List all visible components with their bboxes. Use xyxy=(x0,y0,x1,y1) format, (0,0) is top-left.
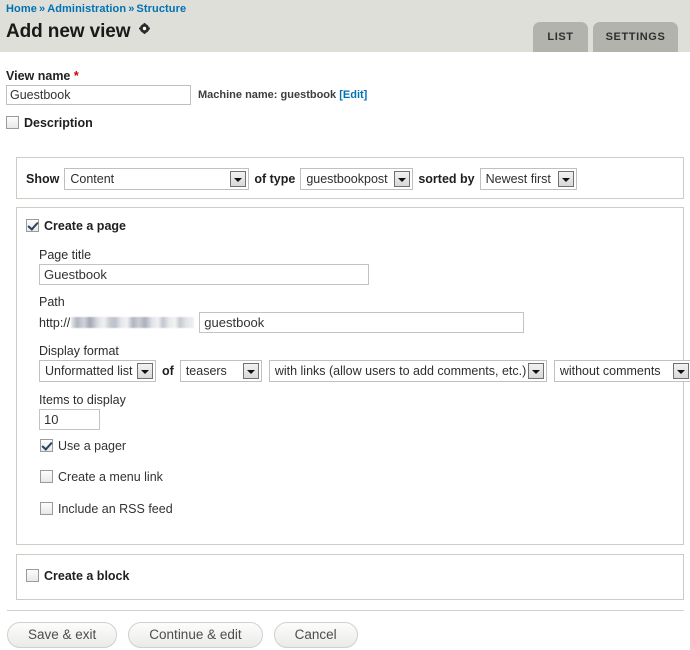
description-row[interactable]: Description xyxy=(6,116,93,130)
path-input[interactable] xyxy=(199,312,525,333)
of-type-select[interactable]: guestbookpost xyxy=(300,168,414,190)
redacted-host-text xyxy=(71,317,195,328)
description-label[interactable]: Description xyxy=(24,116,93,130)
chevron-down-icon[interactable] xyxy=(230,171,247,187)
breadcrumb-item-administration[interactable]: Administration xyxy=(47,3,126,15)
display-links-select[interactable]: with links (allow users to add comments,… xyxy=(268,360,547,382)
chevron-down-icon[interactable] xyxy=(672,363,689,379)
show-panel: Show Content of type guestbookpost sorted by… xyxy=(16,157,684,199)
page-title-input[interactable] xyxy=(39,264,369,285)
display-comments-select-value: without comments xyxy=(559,364,661,378)
tab-bar: LIST SETTINGS xyxy=(533,22,678,52)
use-pager-row[interactable]: Use a pager xyxy=(40,439,126,453)
breadcrumb-separator: » xyxy=(128,3,135,15)
chevron-down-icon[interactable] xyxy=(394,171,411,187)
display-links-select-value: with links (allow users to add comments,… xyxy=(274,364,527,378)
sorted-by-select[interactable]: Newest first xyxy=(479,168,577,190)
create-page-row[interactable]: Create a page xyxy=(26,219,126,233)
path-row: http:// xyxy=(39,312,525,333)
page-title: Add new view xyxy=(6,18,151,43)
display-format-row: Unformatted list of teasers with links (all… xyxy=(39,360,690,382)
display-format-label: Display format xyxy=(39,344,119,358)
breadcrumb-separator: » xyxy=(38,3,46,15)
view-name-label: View name * xyxy=(6,69,79,83)
action-divider xyxy=(7,610,684,611)
gear-icon[interactable] xyxy=(139,18,151,40)
use-pager-checkbox[interactable] xyxy=(40,439,53,452)
save-exit-button[interactable]: Save & exit xyxy=(7,622,118,648)
chevron-down-icon[interactable] xyxy=(527,363,544,379)
create-menu-link-checkbox[interactable] xyxy=(40,470,53,483)
view-name-label-text: View name xyxy=(6,69,71,83)
tab-settings[interactable]: SETTINGS xyxy=(593,22,678,52)
items-to-display-input[interactable] xyxy=(39,409,100,430)
create-block-label[interactable]: Create a block xyxy=(44,569,129,583)
display-row-select[interactable]: teasers xyxy=(179,360,262,382)
show-select[interactable]: Content xyxy=(64,168,250,190)
sorted-by-label: sorted by xyxy=(418,172,475,186)
create-page-label[interactable]: Create a page xyxy=(44,219,126,233)
required-marker: * xyxy=(73,69,79,83)
show-label: Show xyxy=(26,172,60,186)
include-rss-label[interactable]: Include an RSS feed xyxy=(58,502,173,516)
use-pager-label[interactable]: Use a pager xyxy=(58,439,126,453)
continue-edit-button[interactable]: Continue & edit xyxy=(128,622,263,648)
tab-list[interactable]: LIST xyxy=(533,22,588,52)
display-format-select[interactable]: Unformatted list xyxy=(39,360,156,382)
show-row: Show Content of type guestbookpost sorted by… xyxy=(21,168,577,190)
machine-name-edit-link[interactable]: [Edit] xyxy=(339,89,367,101)
machine-name-value: guestbook xyxy=(280,89,337,101)
items-to-display-label: Items to display xyxy=(39,393,126,407)
create-page-panel: Create a page Page title Path http:// Di… xyxy=(16,207,690,545)
display-format-of-label: of xyxy=(162,364,174,378)
machine-name-display: Machine name: guestbook [Edit] xyxy=(198,89,367,101)
create-block-row[interactable]: Create a block xyxy=(26,569,129,583)
of-type-label: of type xyxy=(254,172,296,186)
include-rss-checkbox[interactable] xyxy=(40,502,53,515)
view-name-input[interactable] xyxy=(6,85,191,105)
create-menu-link-row[interactable]: Create a menu link xyxy=(40,470,163,484)
breadcrumb-item-home[interactable]: Home xyxy=(6,3,37,15)
breadcrumb-item-structure[interactable]: Structure xyxy=(136,3,186,15)
create-menu-link-label[interactable]: Create a menu link xyxy=(58,470,163,484)
cancel-button[interactable]: Cancel xyxy=(273,622,358,648)
path-protocol-text: http:// xyxy=(39,315,71,330)
show-select-value: Content xyxy=(70,172,115,186)
chevron-down-icon[interactable] xyxy=(242,363,259,379)
chevron-down-icon[interactable] xyxy=(137,363,153,379)
include-rss-row[interactable]: Include an RSS feed xyxy=(40,502,173,516)
page-title-text: Add new view xyxy=(6,21,131,42)
breadcrumb: Home» Administration» Structure xyxy=(6,3,186,15)
description-checkbox[interactable] xyxy=(6,116,19,129)
chevron-down-icon[interactable] xyxy=(557,171,574,187)
machine-name-prefix: Machine name: xyxy=(198,89,281,101)
display-comments-select[interactable]: without comments xyxy=(553,360,690,382)
action-bar: Save & exit Continue & edit Cancel xyxy=(7,622,369,648)
create-block-checkbox[interactable] xyxy=(26,569,39,582)
path-label: Path xyxy=(39,295,65,309)
create-block-panel: Create a block xyxy=(16,554,684,600)
page-title-label: Page title xyxy=(39,248,92,262)
create-page-checkbox[interactable] xyxy=(26,219,39,232)
